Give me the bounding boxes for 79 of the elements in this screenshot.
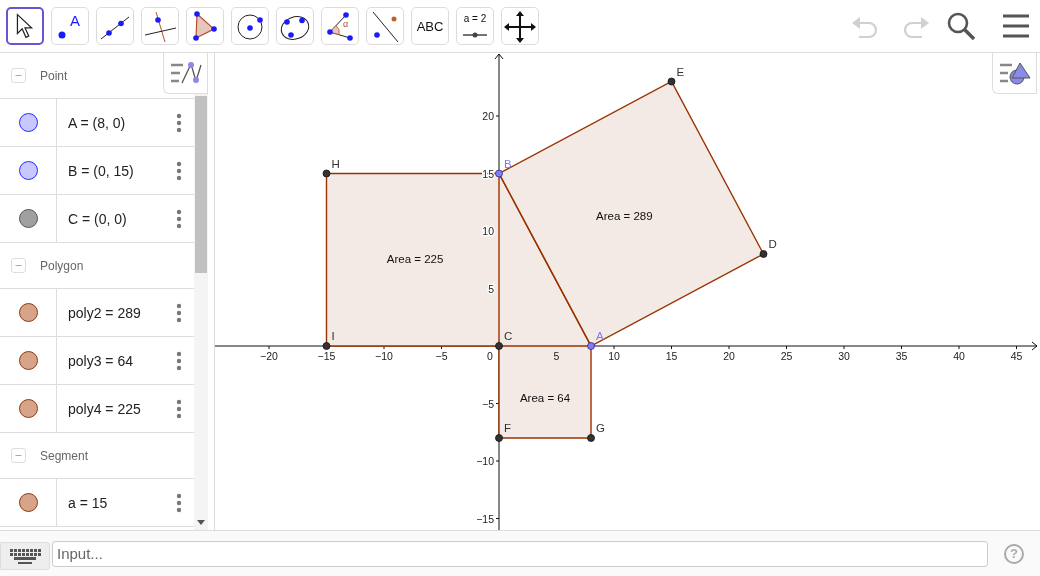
tool-button[interactable]	[6, 7, 44, 45]
tick-label: −20	[260, 350, 278, 362]
tick-label: 20	[482, 110, 494, 122]
point[interactable]	[667, 77, 676, 86]
point-label: H	[331, 157, 340, 170]
tick-label: 10	[482, 225, 494, 237]
area-caption: Area = 64	[519, 391, 571, 404]
color-dot[interactable]	[18, 209, 38, 228]
tool-button[interactable]: ABC	[411, 7, 449, 45]
scroll-down-icon[interactable]	[197, 520, 205, 525]
tick-label: 5	[553, 350, 560, 362]
color-dot[interactable]	[18, 399, 38, 418]
object-definition[interactable]: A = (8, 0)	[68, 114, 126, 131]
object-definition[interactable]: poly2 = 289	[68, 304, 141, 321]
color-dot[interactable]	[18, 493, 38, 512]
more-options-icon[interactable]	[176, 112, 182, 133]
style-bar-toggle[interactable]	[992, 53, 1037, 94]
group-label: Polygon	[40, 258, 84, 273]
point-label: G	[596, 422, 605, 434]
more-options-icon[interactable]	[176, 492, 182, 513]
tool-button[interactable]: α	[321, 7, 359, 45]
area-caption: Area = 225	[386, 252, 444, 265]
tick-label: −10	[375, 350, 393, 362]
group-label: Point	[40, 68, 68, 83]
input-field[interactable]: Input...	[52, 540, 988, 567]
point-label: I	[331, 330, 335, 342]
point[interactable]	[495, 434, 503, 442]
tool-button[interactable]: A	[51, 7, 89, 45]
object-definition[interactable]: a = 15	[68, 494, 108, 511]
tick-label: 5	[488, 282, 494, 295]
more-options-icon[interactable]	[176, 208, 182, 229]
point[interactable]	[759, 250, 768, 258]
point-icon	[58, 31, 66, 39]
tick-label: −15	[476, 512, 494, 525]
keyboard-button[interactable]	[0, 541, 50, 570]
area-caption: Area = 289	[596, 210, 653, 223]
style-bar-toggle[interactable]	[163, 53, 208, 94]
point-label: D	[768, 238, 777, 250]
tick-label: 15	[665, 350, 678, 362]
point[interactable]	[587, 434, 595, 442]
point[interactable]	[495, 342, 503, 350]
keyboard-icon	[8, 546, 42, 565]
point[interactable]	[322, 169, 331, 178]
color-dot[interactable]	[18, 303, 38, 322]
slider-icon	[462, 32, 488, 38]
tick-label: −5	[482, 397, 494, 410]
tick-label: 45	[1010, 350, 1023, 362]
more-options-icon[interactable]	[176, 398, 182, 419]
tick-label: 0	[487, 350, 493, 362]
point[interactable]	[587, 342, 595, 350]
more-options-icon[interactable]	[176, 160, 182, 181]
point-label: E	[676, 65, 685, 78]
tick-label: −10	[476, 455, 494, 467]
group-label: Segment	[40, 448, 89, 463]
object-definition[interactable]: poly4 = 225	[68, 400, 141, 417]
color-dot[interactable]	[18, 113, 38, 132]
point-label: C	[504, 330, 513, 342]
tick-label: 25	[780, 350, 793, 362]
tick-label: −5	[435, 350, 448, 362]
tool-button[interactable]: a = 2	[456, 7, 494, 45]
tick-label: 20	[723, 350, 735, 362]
tick-label: 30	[838, 350, 850, 362]
point-label: A	[596, 330, 604, 342]
more-options-icon[interactable]	[176, 302, 182, 323]
scrollbar-thumb[interactable]	[195, 96, 207, 273]
object-definition[interactable]: poly3 = 64	[68, 352, 133, 369]
point[interactable]	[322, 342, 331, 350]
color-dot[interactable]	[18, 161, 38, 180]
tick-label: 40	[953, 350, 965, 362]
point[interactable]	[495, 169, 503, 178]
tick-label: −15	[317, 350, 336, 362]
point-label: F	[504, 422, 512, 434]
object-definition[interactable]: C = (0, 0)	[68, 210, 127, 227]
more-options-icon[interactable]	[176, 350, 182, 371]
color-dot[interactable]	[18, 351, 38, 370]
point-label: B	[504, 157, 512, 170]
tick-label: 10	[608, 350, 620, 362]
tick-label: 35	[895, 350, 908, 362]
object-definition[interactable]: B = (0, 15)	[68, 162, 134, 179]
